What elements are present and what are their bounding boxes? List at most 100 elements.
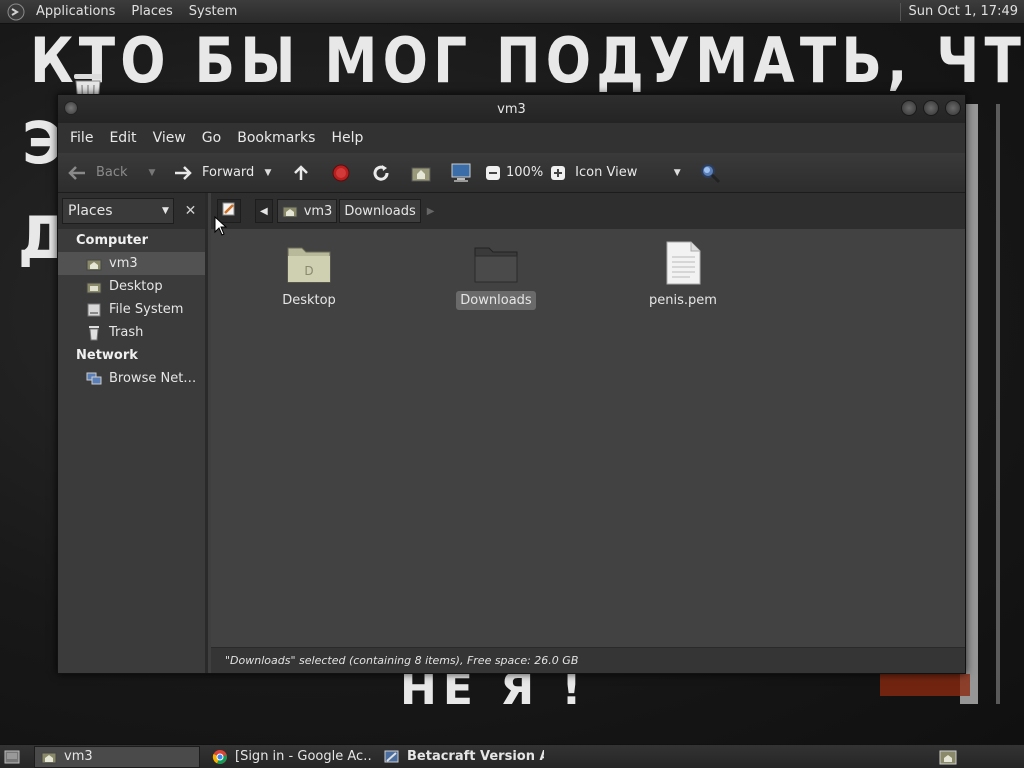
file-item-penis-pem[interactable]: penis.pem xyxy=(623,239,743,310)
side-section-computer: Computer xyxy=(76,233,149,248)
minimize-button[interactable] xyxy=(901,100,917,116)
folder-icon xyxy=(472,239,520,287)
menu-view[interactable]: View xyxy=(145,130,194,146)
sidebar-item-label: File System xyxy=(109,302,184,317)
side-pane: Places ▼ ✕ Computer vm3 Desktop File Sys… xyxy=(58,193,208,673)
wallpaper-accent xyxy=(880,674,970,696)
close-side-pane-icon[interactable]: ✕ xyxy=(180,200,201,222)
forward-arrow-icon xyxy=(172,162,194,184)
path-bar: ◀ vm3 Downloads ▶ xyxy=(211,193,965,229)
side-pane-selector[interactable]: Places ▼ xyxy=(62,198,174,224)
crumb-vm3[interactable]: vm3 xyxy=(276,199,338,223)
status-bar: "Downloads" selected (containing 8 items… xyxy=(211,647,965,673)
desktop-icon xyxy=(86,279,102,295)
sidebar-item-label: Trash xyxy=(109,325,144,340)
forward-history-dropdown[interactable]: ▼ xyxy=(260,165,276,181)
sidebar-item-label: vm3 xyxy=(109,256,138,271)
stop-button[interactable] xyxy=(330,157,352,189)
stop-icon xyxy=(330,162,352,184)
bottom-panel: vm3 [Sign in - Google Ac… Betacraft Vers… xyxy=(0,744,1024,768)
view-mode-dropdown-icon: ▼ xyxy=(673,167,681,178)
workspace-switcher-icon[interactable] xyxy=(936,746,960,768)
zoom-out-button[interactable] xyxy=(482,157,504,189)
menu-file[interactable]: File xyxy=(62,130,101,146)
taskbar-item-chrome[interactable]: [Sign in - Google Ac… xyxy=(206,746,372,768)
chevron-left-icon: ◀ xyxy=(260,205,268,217)
path-scroll-left-button[interactable]: ◀ xyxy=(255,199,273,223)
mouse-cursor-icon xyxy=(214,215,228,236)
sidebar-item-label: Desktop xyxy=(109,279,163,294)
distro-logo-icon[interactable] xyxy=(4,0,28,24)
menu-go[interactable]: Go xyxy=(194,130,229,146)
window-title: vm3 xyxy=(497,101,526,117)
reload-button[interactable] xyxy=(370,157,392,189)
back-label: Back xyxy=(96,165,128,180)
panel-menu-applications[interactable]: Applications xyxy=(28,4,123,19)
computer-button[interactable] xyxy=(450,157,472,189)
taskbar-item-vm3[interactable]: vm3 xyxy=(34,745,200,768)
file-icon-grid: D Desktop Downloads penis.pem xyxy=(211,229,965,647)
file-label: penis.pem xyxy=(649,293,717,308)
menu-edit[interactable]: Edit xyxy=(101,130,144,146)
panel-menu-places[interactable]: Places xyxy=(123,4,180,19)
zoom-level[interactable]: 100% xyxy=(506,157,543,189)
back-button[interactable]: Back xyxy=(66,157,144,189)
forward-button[interactable]: Forward xyxy=(172,157,260,189)
sidebar-item-trash[interactable]: Trash xyxy=(58,321,205,344)
zoom-level-label: 100% xyxy=(506,165,544,180)
view-mode-select[interactable]: Icon View ▼ xyxy=(575,157,685,189)
close-button[interactable] xyxy=(945,100,961,116)
sidebar-item-file-system[interactable]: File System xyxy=(58,298,205,321)
trash-icon xyxy=(86,325,102,341)
java-app-icon xyxy=(384,749,400,765)
file-item-desktop[interactable]: D Desktop xyxy=(249,239,369,310)
toolbar: Back ▼ Forward ▼ 100% Icon View ▼ xyxy=(58,153,965,193)
reload-icon xyxy=(370,162,392,184)
show-desktop-button[interactable] xyxy=(0,745,24,768)
wallpaper-frame xyxy=(960,104,1000,704)
zoom-in-button[interactable] xyxy=(547,157,569,189)
taskbar-item-label: [Sign in - Google Ac… xyxy=(235,749,372,764)
maximize-button[interactable] xyxy=(923,100,939,116)
home-folder-icon xyxy=(41,749,57,765)
taskbar-item-label: Betacraft Version A… xyxy=(407,749,544,764)
side-section-network: Network xyxy=(76,348,138,363)
home-button[interactable] xyxy=(410,157,432,189)
window-titlebar[interactable]: vm3 xyxy=(58,95,965,123)
up-arrow-icon xyxy=(290,162,312,184)
sidebar-item-desktop[interactable]: Desktop xyxy=(58,275,205,298)
window-menu-button[interactable] xyxy=(64,101,78,115)
chevron-down-icon: ▼ xyxy=(161,206,169,216)
status-text: "Downloads" selected (containing 8 items… xyxy=(225,654,579,667)
panel-menu-system[interactable]: System xyxy=(181,4,245,19)
panel-separator xyxy=(899,2,901,21)
sidebar-item-vm3[interactable]: vm3 xyxy=(58,252,205,275)
folder-icon: D xyxy=(285,239,333,287)
network-icon xyxy=(86,371,102,387)
file-label: Downloads xyxy=(456,291,536,310)
up-button[interactable] xyxy=(290,157,312,189)
text-file-icon xyxy=(659,239,707,287)
file-manager-window: vm3 File Edit View Go Bookmarks Help Bac… xyxy=(57,94,966,674)
menubar: File Edit View Go Bookmarks Help xyxy=(58,123,965,153)
side-pane-header: Places ▼ ✕ xyxy=(58,193,205,229)
menu-help[interactable]: Help xyxy=(323,130,371,146)
side-pane-selector-label: Places xyxy=(68,203,113,219)
path-scroll-right-icon[interactable]: ▶ xyxy=(423,206,439,217)
search-button[interactable] xyxy=(699,157,721,189)
sidebar-item-browse-network[interactable]: Browse Net… xyxy=(58,367,205,390)
content-area: Places ▼ ✕ Computer vm3 Desktop File Sys… xyxy=(58,193,965,673)
taskbar-item-betacraft[interactable]: Betacraft Version A… xyxy=(378,746,544,768)
crumb-downloads[interactable]: Downloads xyxy=(339,199,421,223)
clock[interactable]: Sun Oct 1, 17:49 xyxy=(909,4,1024,19)
back-history-dropdown[interactable]: ▼ xyxy=(144,165,160,181)
sidebar-item-label: Browse Net… xyxy=(109,371,197,386)
chrome-icon xyxy=(212,749,228,765)
menu-bookmarks[interactable]: Bookmarks xyxy=(229,130,323,146)
file-label: Desktop xyxy=(282,293,336,308)
crumb-label: vm3 xyxy=(303,203,333,219)
crumb-label: Downloads xyxy=(344,203,416,219)
search-icon xyxy=(699,162,721,184)
main-pane: ◀ vm3 Downloads ▶ D Desktop Downloads pe… xyxy=(211,193,965,673)
file-item-downloads[interactable]: Downloads xyxy=(436,239,556,310)
